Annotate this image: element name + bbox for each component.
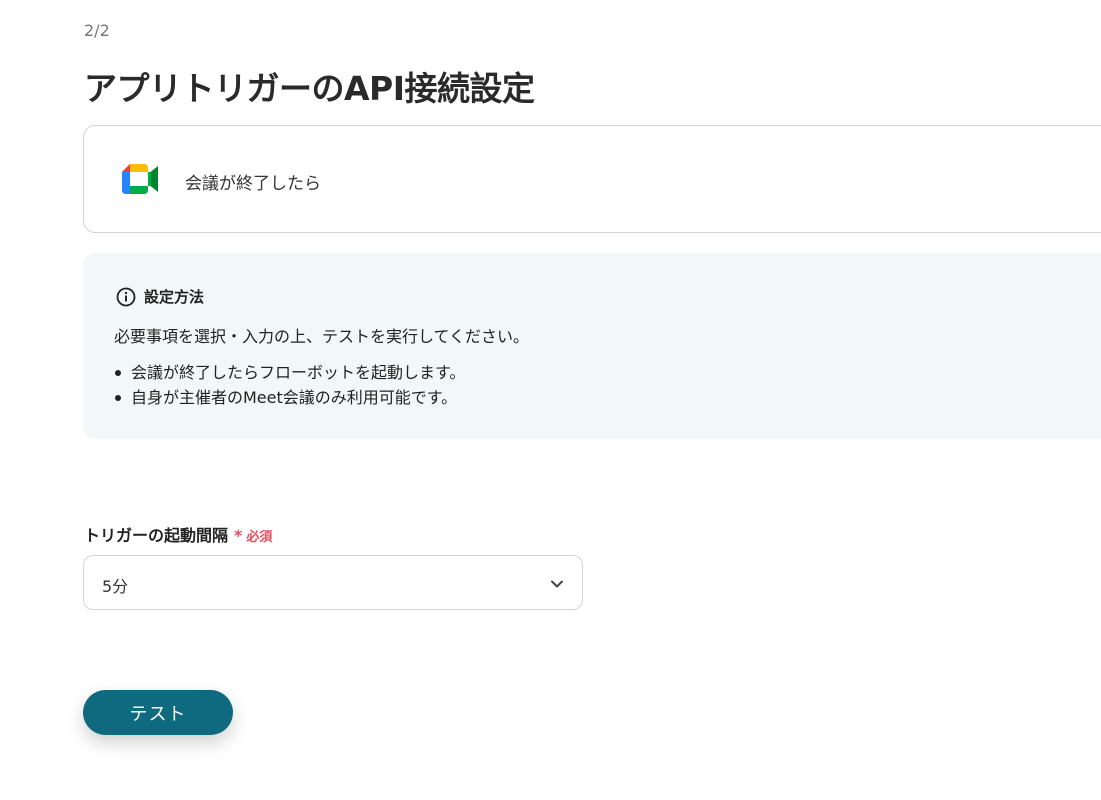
- instructions-header: 設定方法: [116, 286, 204, 307]
- instructions-box: 設定方法 必要事項を選択・入力の上、テストを実行してください。 会議が終了したら…: [83, 253, 1101, 439]
- test-button[interactable]: テスト: [83, 690, 233, 735]
- list-item: 自身が主催者のMeet会議のみ利用可能です。: [113, 385, 465, 410]
- google-meet-icon: [122, 164, 158, 194]
- instructions-description: 必要事項を選択・入力の上、テストを実行してください。: [114, 327, 530, 346]
- info-circle-icon: [116, 287, 136, 306]
- interval-select-value: 5分: [102, 577, 129, 596]
- chevron-down-icon: [551, 580, 563, 588]
- instructions-title: 設定方法: [144, 288, 205, 306]
- required-asterisk: *: [234, 526, 243, 545]
- interval-field-label: トリガーの起動間隔 * 必須: [84, 522, 272, 546]
- list-item: 会議が終了したらフローボットを起動します。: [113, 360, 465, 385]
- page-title: アプリトリガーのAPI接続設定: [84, 69, 535, 108]
- required-badge: 必須: [246, 530, 273, 545]
- interval-label: トリガーの起動間隔: [84, 526, 229, 545]
- trigger-card: 会議が終了したら: [83, 125, 1101, 233]
- step-indicator: 2/2: [84, 21, 110, 40]
- page: 2/2 アプリトリガーのAPI接続設定 会議が終了したら 設定方法 必要事項を選…: [0, 0, 1101, 800]
- trigger-label: 会議が終了したら: [185, 174, 321, 194]
- interval-select[interactable]: 5分: [83, 555, 583, 610]
- instructions-list: 会議が終了したらフローボットを起動します。 自身が主催者のMeet会議のみ利用可…: [113, 360, 465, 410]
